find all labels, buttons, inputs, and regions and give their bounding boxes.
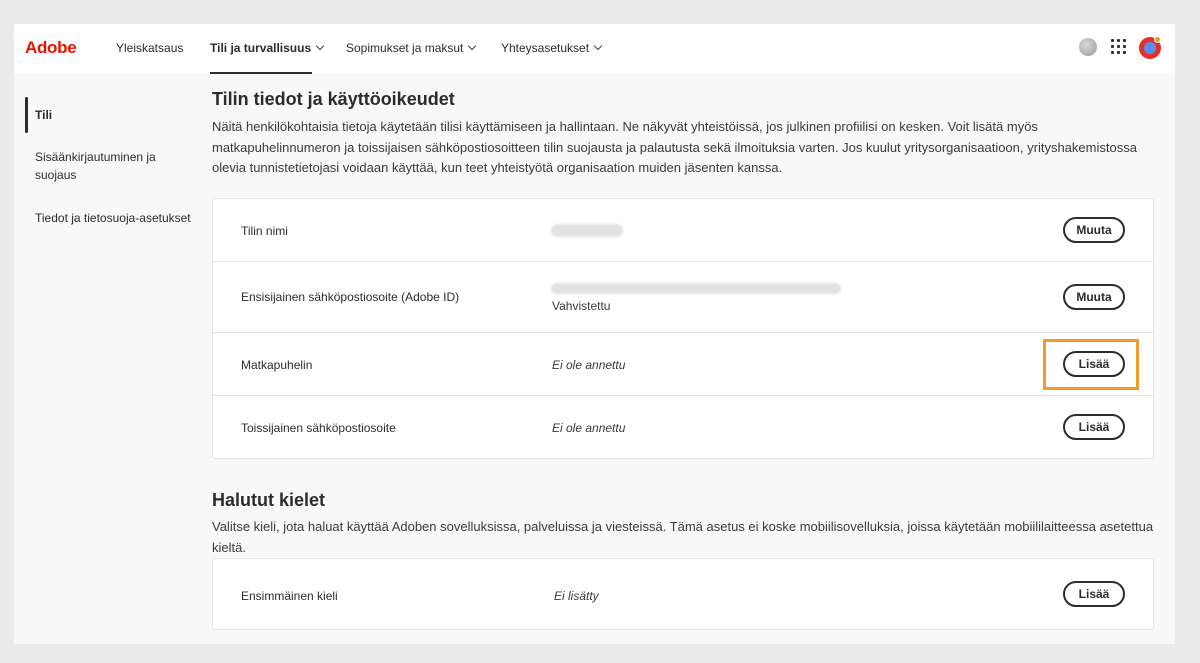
active-nav-underline [210,72,312,74]
account-section-title: Tilin tiedot ja käyttöoikeudet [212,89,455,109]
sidebar-item-account[interactable]: Tili [35,106,195,124]
account-row-mobile: Matkapuhelin Ei ole annettu Lisää [213,333,1153,396]
chevron-down-icon [315,41,325,51]
chevron-down-icon [593,41,603,51]
account-name-value-redacted [551,224,623,237]
sidebar-item-signin-security[interactable]: Sisäänkirjautuminen ja suojaus [35,148,170,184]
account-name-label: Tilin nimi [241,224,288,238]
languages-section-title: Halutut kielet [212,490,326,510]
chevron-down-icon [468,41,477,51]
mobile-phone-label: Matkapuhelin [241,358,313,372]
account-row-secondary-email: Toissijainen sähköpostiosoite Ei ole ann… [213,396,1153,459]
sidebar-item-data-privacy[interactable]: Tiedot ja tietosuoja-asetukset [35,209,195,227]
account-row-primary-email: Ensisijainen sähköpostiosoite (Adobe ID)… [213,262,1153,333]
nav-plans-payments[interactable]: Sopimukset ja maksut [346,41,477,55]
first-language-label: Ensimmäinen kieli [241,589,338,603]
highlight-box [1043,339,1139,390]
primary-email-value-redacted [551,283,841,294]
email-verified-status: Vahvistettu [552,299,611,313]
account-section-description: Näitä henkilökohtaisia tietoja käytetään… [212,119,1137,175]
secondary-email-value: Ei ole annettu [552,421,626,435]
top-nav-bar: Adobe Yleiskatsaus Tili ja turvallisuus … [14,24,1175,74]
nav-account-security[interactable]: Tili ja turvallisuus [210,41,325,55]
change-primary-email-button[interactable]: Muuta [1063,284,1125,310]
languages-section-description: Valitse kieli, jota haluat käyttää Adobe… [212,519,1154,555]
nav-communication-prefs-label: Yhteysasetukset [501,41,590,55]
nav-account-security-label: Tili ja turvallisuus [210,41,312,55]
nav-plans-payments-label: Sopimukset ja maksut [346,41,464,55]
first-language-value: Ei lisätty [554,589,599,603]
notification-avatar-icon[interactable] [1079,38,1097,56]
languages-card: Ensimmäinen kieli Ei lisätty Lisää [212,558,1154,630]
nav-overview[interactable]: Yleiskatsaus [116,41,183,55]
language-row-first: Ensimmäinen kieli Ei lisätty Lisää [213,559,1153,629]
primary-email-label: Ensisijainen sähköpostiosoite (Adobe ID) [241,290,460,304]
nav-communication-prefs[interactable]: Yhteysasetukset [501,41,603,55]
mobile-phone-value: Ei ole annettu [552,358,626,372]
page-frame: Adobe Yleiskatsaus Tili ja turvallisuus … [14,24,1175,644]
account-row-name: Tilin nimi Muuta [213,199,1153,262]
adobe-logo[interactable]: Adobe [25,38,77,58]
sidebar-active-indicator [25,97,28,133]
add-first-language-button[interactable]: Lisää [1063,581,1125,607]
add-secondary-email-button[interactable]: Lisää [1063,414,1125,440]
secondary-email-label: Toissijainen sähköpostiosoite [241,421,396,435]
user-profile-avatar-icon[interactable] [1139,36,1161,59]
change-account-name-button[interactable]: Muuta [1063,217,1125,243]
app-switcher-icon[interactable] [1111,39,1127,55]
account-info-card: Tilin nimi Muuta Ensisijainen sähköposti… [212,198,1154,459]
